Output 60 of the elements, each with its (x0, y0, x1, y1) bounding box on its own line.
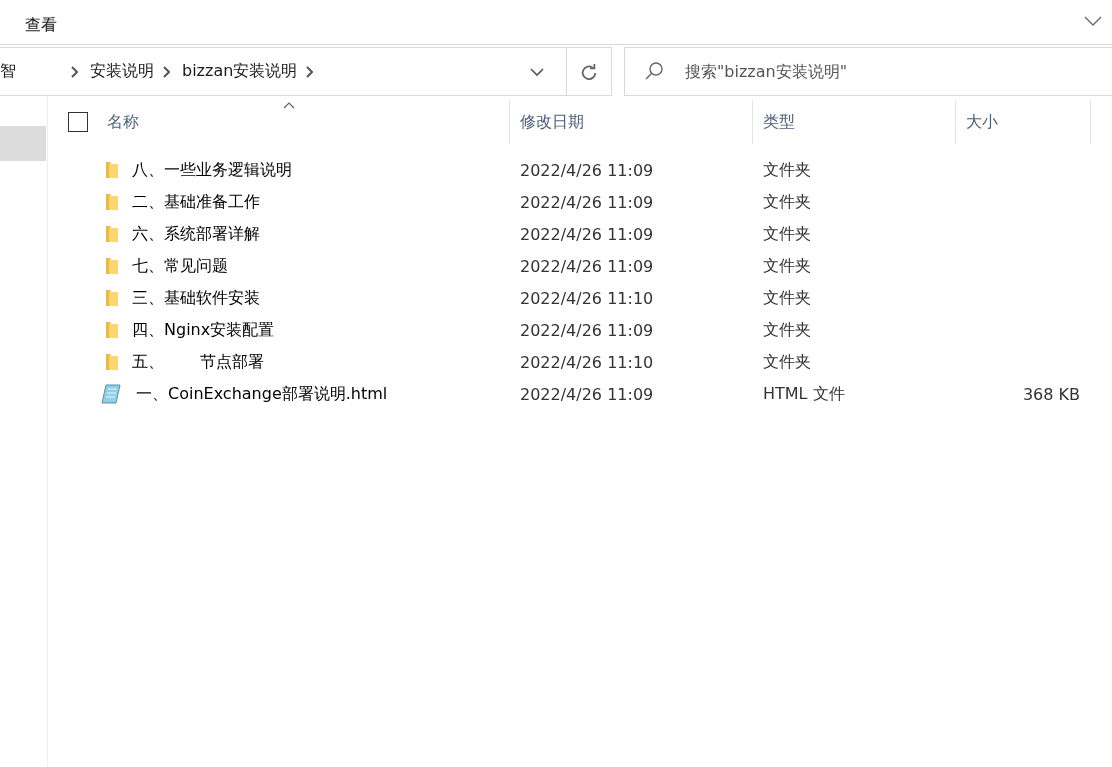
date-cell-text: 2022/4/26 11:10 (519, 352, 655, 372)
breadcrumb-item[interactable]: 智 (0, 61, 20, 82)
document-icon (100, 384, 124, 404)
type-cell-text: 文件夹 (762, 287, 812, 309)
chevron-icon[interactable] (162, 65, 170, 78)
date-cell-text: 2022/4/26 11:09 (519, 320, 655, 340)
date-cell-text: 2022/4/26 11:09 (519, 160, 655, 180)
file-name: 八、一些业务逻辑说明 (132, 159, 292, 181)
type-cell-text: 文件夹 (762, 191, 812, 213)
file-name: 六、系统部署详解 (132, 223, 260, 245)
folder-icon (104, 161, 120, 179)
file-row[interactable]: 二、基础准备工作 2022/4/26 11:09 文件夹 (48, 186, 1112, 218)
file-name: 五、 (132, 351, 164, 373)
type-cell-text: 文件夹 (762, 351, 812, 373)
dropdown-icon[interactable] (530, 66, 544, 77)
file-row[interactable]: 八、一些业务逻辑说明 2022/4/26 11:09 文件夹 (48, 154, 1112, 186)
breadcrumb-item[interactable]: bizzan安装说明 (178, 61, 302, 82)
file-name: 三、基础软件安装 (132, 287, 260, 309)
file-row[interactable]: 一、CoinExchange部署说明.html 2022/4/26 11:09 HTML 文件 368 KB (48, 378, 1112, 410)
date-cell-text: 2022/4/26 11:09 (519, 384, 655, 404)
folder-icon (104, 353, 120, 371)
chevron-icon[interactable] (305, 65, 314, 78)
type-cell-text: 文件夹 (762, 319, 812, 341)
folder-icon (104, 321, 120, 339)
file-name: 节点部署 (200, 351, 264, 373)
expand-icon[interactable] (1084, 16, 1102, 26)
file-row[interactable]: 三、基础软件安装 2022/4/26 11:10 文件夹 (48, 282, 1112, 314)
select-all-checkbox[interactable] (68, 112, 88, 132)
file-row[interactable]: 五、 节点部署 2022/4/26 11:10 文件夹 (48, 346, 1112, 378)
date-cell-text: 2022/4/26 11:09 (519, 224, 655, 244)
file-row[interactable]: 六、系统部署详解 2022/4/26 11:09 文件夹 (48, 218, 1112, 250)
search-field[interactable]: 搜索"bizzan安装说明" (624, 47, 1112, 96)
file-row[interactable]: 四、Nginx安装配置 2022/4/26 11:09 文件夹 (48, 314, 1112, 346)
search-icon (644, 61, 664, 81)
type-cell-text: 文件夹 (762, 159, 812, 181)
breadcrumb-item[interactable]: 安装说明 (86, 61, 158, 82)
type-cell-text: HTML 文件 (762, 383, 846, 405)
file-name: 二、基础准备工作 (132, 191, 260, 213)
folder-icon (104, 193, 120, 211)
date-cell-text: 2022/4/26 11:09 (519, 256, 655, 276)
file-name: 七、常见问题 (132, 255, 228, 277)
file-name: 四、Nginx安装配置 (132, 319, 275, 341)
column-header[interactable]: 名称 (107, 100, 510, 144)
chevron-icon[interactable] (70, 65, 78, 78)
size-cell: 368 KB (1022, 384, 1080, 404)
folder-icon (104, 257, 120, 275)
folder-icon (104, 289, 120, 307)
column-header[interactable]: 大小 (956, 100, 1091, 144)
type-cell-text: 文件夹 (762, 223, 812, 245)
folder-icon (104, 225, 120, 243)
refresh-icon (580, 62, 598, 81)
ribbon-tab[interactable]: 查看 (25, 8, 57, 36)
type-cell-text: 文件夹 (762, 255, 812, 277)
column-header[interactable]: 修改日期 (510, 100, 753, 144)
file-name: 一、CoinExchange部署说明.html (136, 383, 388, 405)
date-cell-text: 2022/4/26 11:09 (519, 192, 655, 212)
address-bar[interactable]: 智 安装说明 bizzan安装说明 (0, 47, 612, 96)
column-header[interactable]: 类型 (753, 100, 956, 144)
date-cell-text: 2022/4/26 11:10 (519, 288, 655, 308)
file-row[interactable]: 七、常见问题 2022/4/26 11:09 文件夹 (48, 250, 1112, 282)
